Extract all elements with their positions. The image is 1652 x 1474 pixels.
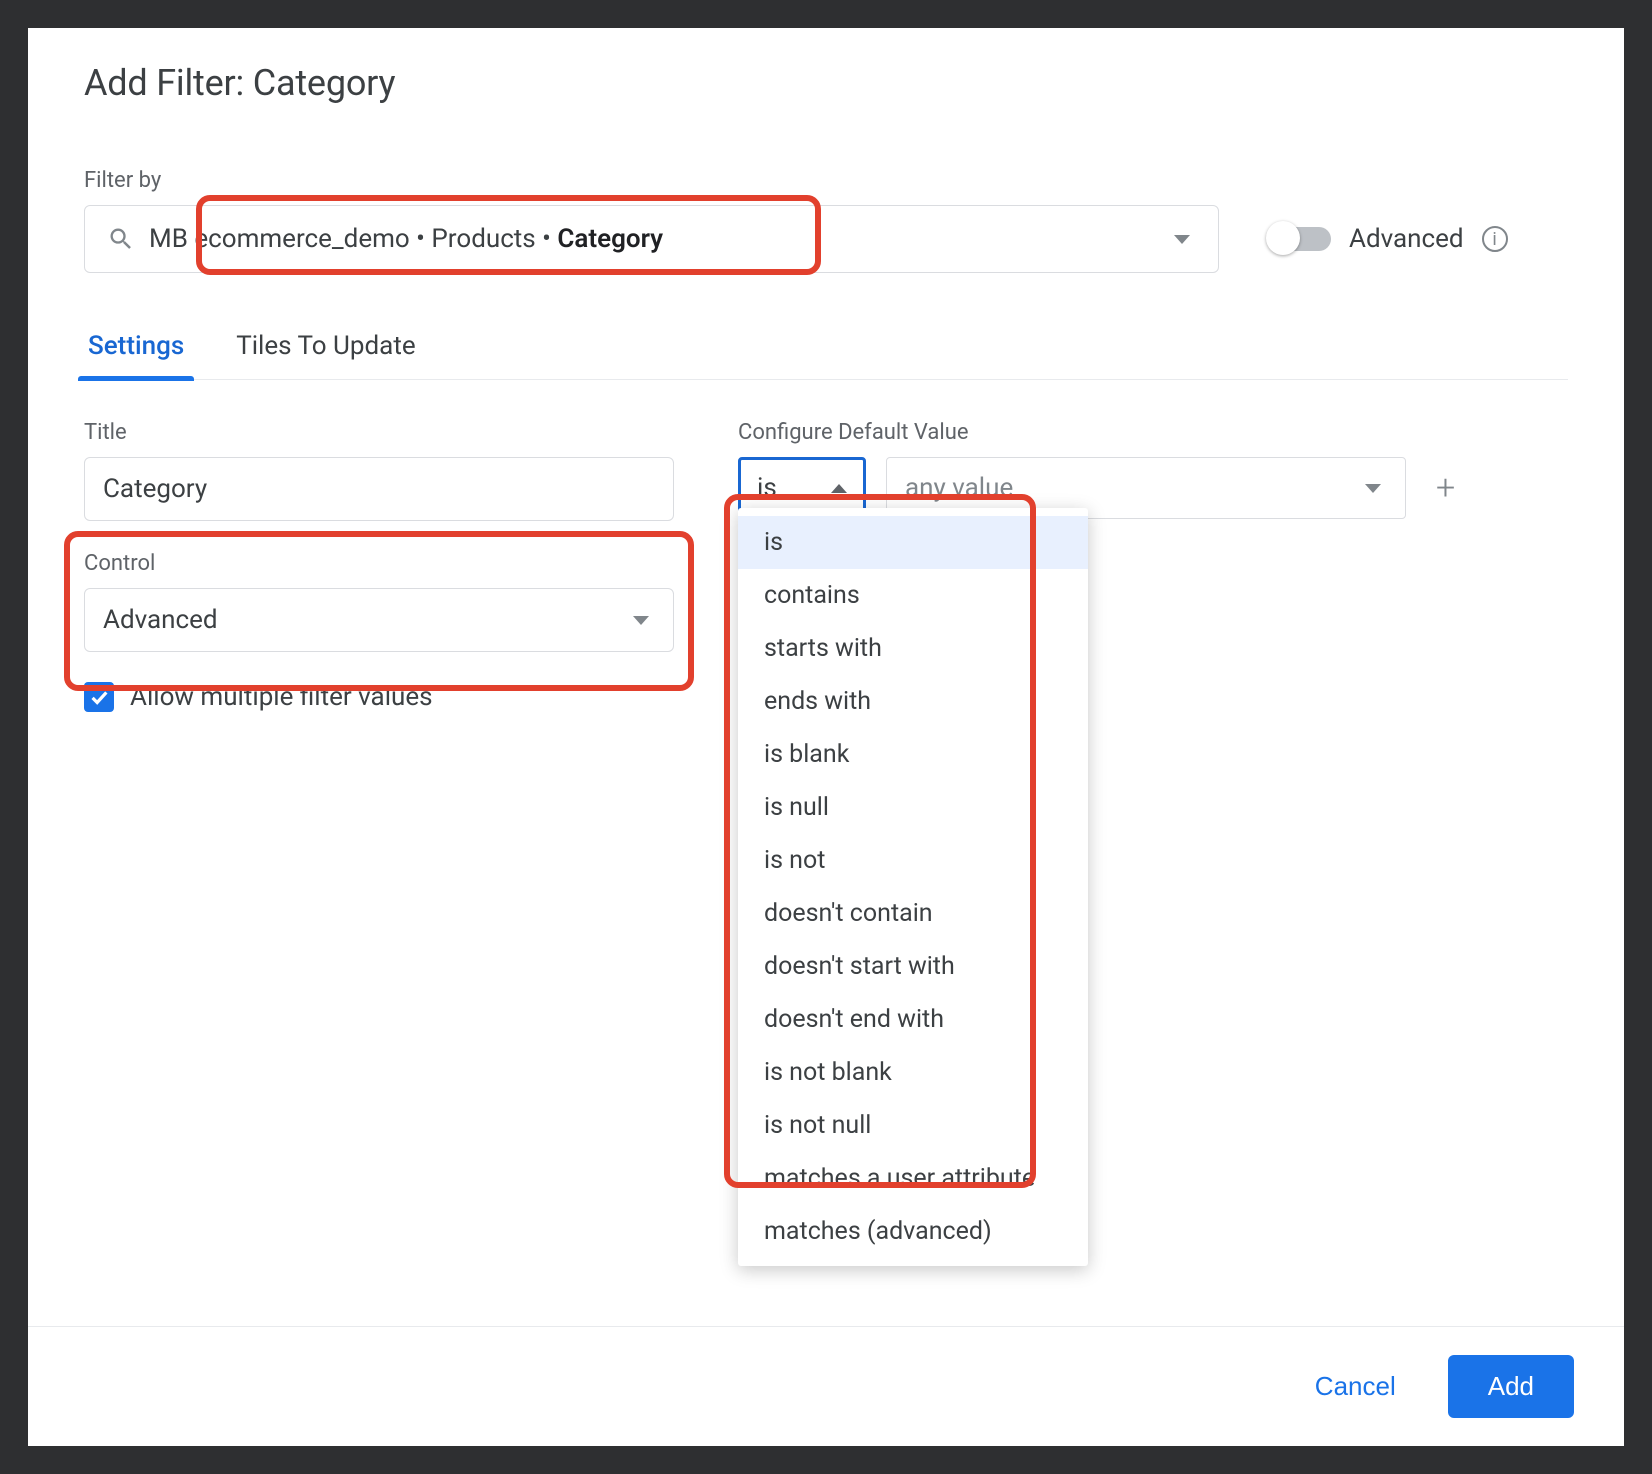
operator-option[interactable]: is blank [738,728,1088,781]
chevron-down-icon [1174,235,1190,244]
configure-default-label: Configure Default Value [738,420,1568,445]
title-input[interactable]: Category [84,457,674,521]
tab-tiles-to-update[interactable]: Tiles To Update [232,325,419,379]
search-icon [107,225,135,253]
advanced-toggle-label: Advanced [1349,224,1464,254]
info-icon[interactable]: i [1482,226,1508,252]
operator-option[interactable]: is not [738,834,1088,887]
chevron-up-icon [831,484,847,493]
control-field-label: Control [84,551,674,576]
chevron-down-icon [1365,484,1381,493]
chevron-down-icon [633,616,649,625]
operator-option[interactable]: doesn't start with [738,940,1088,993]
dialog-footer: Cancel Add [28,1326,1624,1446]
advanced-toggle[interactable] [1269,227,1331,251]
add-button[interactable]: Add [1448,1355,1574,1418]
allow-multiple-values-checkbox[interactable] [84,682,114,712]
operator-option[interactable]: matches (advanced) [738,1205,1088,1258]
operator-option[interactable]: is [738,516,1088,569]
operator-option[interactable]: ends with [738,675,1088,728]
operator-option[interactable]: starts with [738,622,1088,675]
operator-option[interactable]: doesn't end with [738,993,1088,1046]
operator-option[interactable]: doesn't contain [738,887,1088,940]
operator-option[interactable]: is not null [738,1099,1088,1152]
allow-multiple-values-label: Allow multiple filter values [130,682,433,712]
operator-option[interactable]: is null [738,781,1088,834]
tab-bar: Settings Tiles To Update [84,325,1568,380]
control-select[interactable]: Advanced [84,588,674,652]
title-field-label: Title [84,420,674,445]
add-filter-dialog: Add Filter: Category Filter by MB ecomme… [28,28,1624,1446]
cancel-button[interactable]: Cancel [1293,1357,1418,1416]
dialog-title: Add Filter: Category [84,62,1568,104]
tab-settings[interactable]: Settings [84,325,188,379]
filter-by-label: Filter by [84,168,1568,193]
operator-dropdown: iscontainsstarts withends withis blankis… [738,508,1088,1266]
filter-by-path: MB ecommerce_demo • Products • Category [149,224,1160,254]
add-condition-button[interactable]: + [1426,471,1465,505]
operator-option[interactable]: matches a user attribute [738,1152,1088,1205]
filter-by-field[interactable]: MB ecommerce_demo • Products • Category [84,205,1219,273]
operator-option[interactable]: contains [738,569,1088,622]
operator-option[interactable]: is not blank [738,1046,1088,1099]
